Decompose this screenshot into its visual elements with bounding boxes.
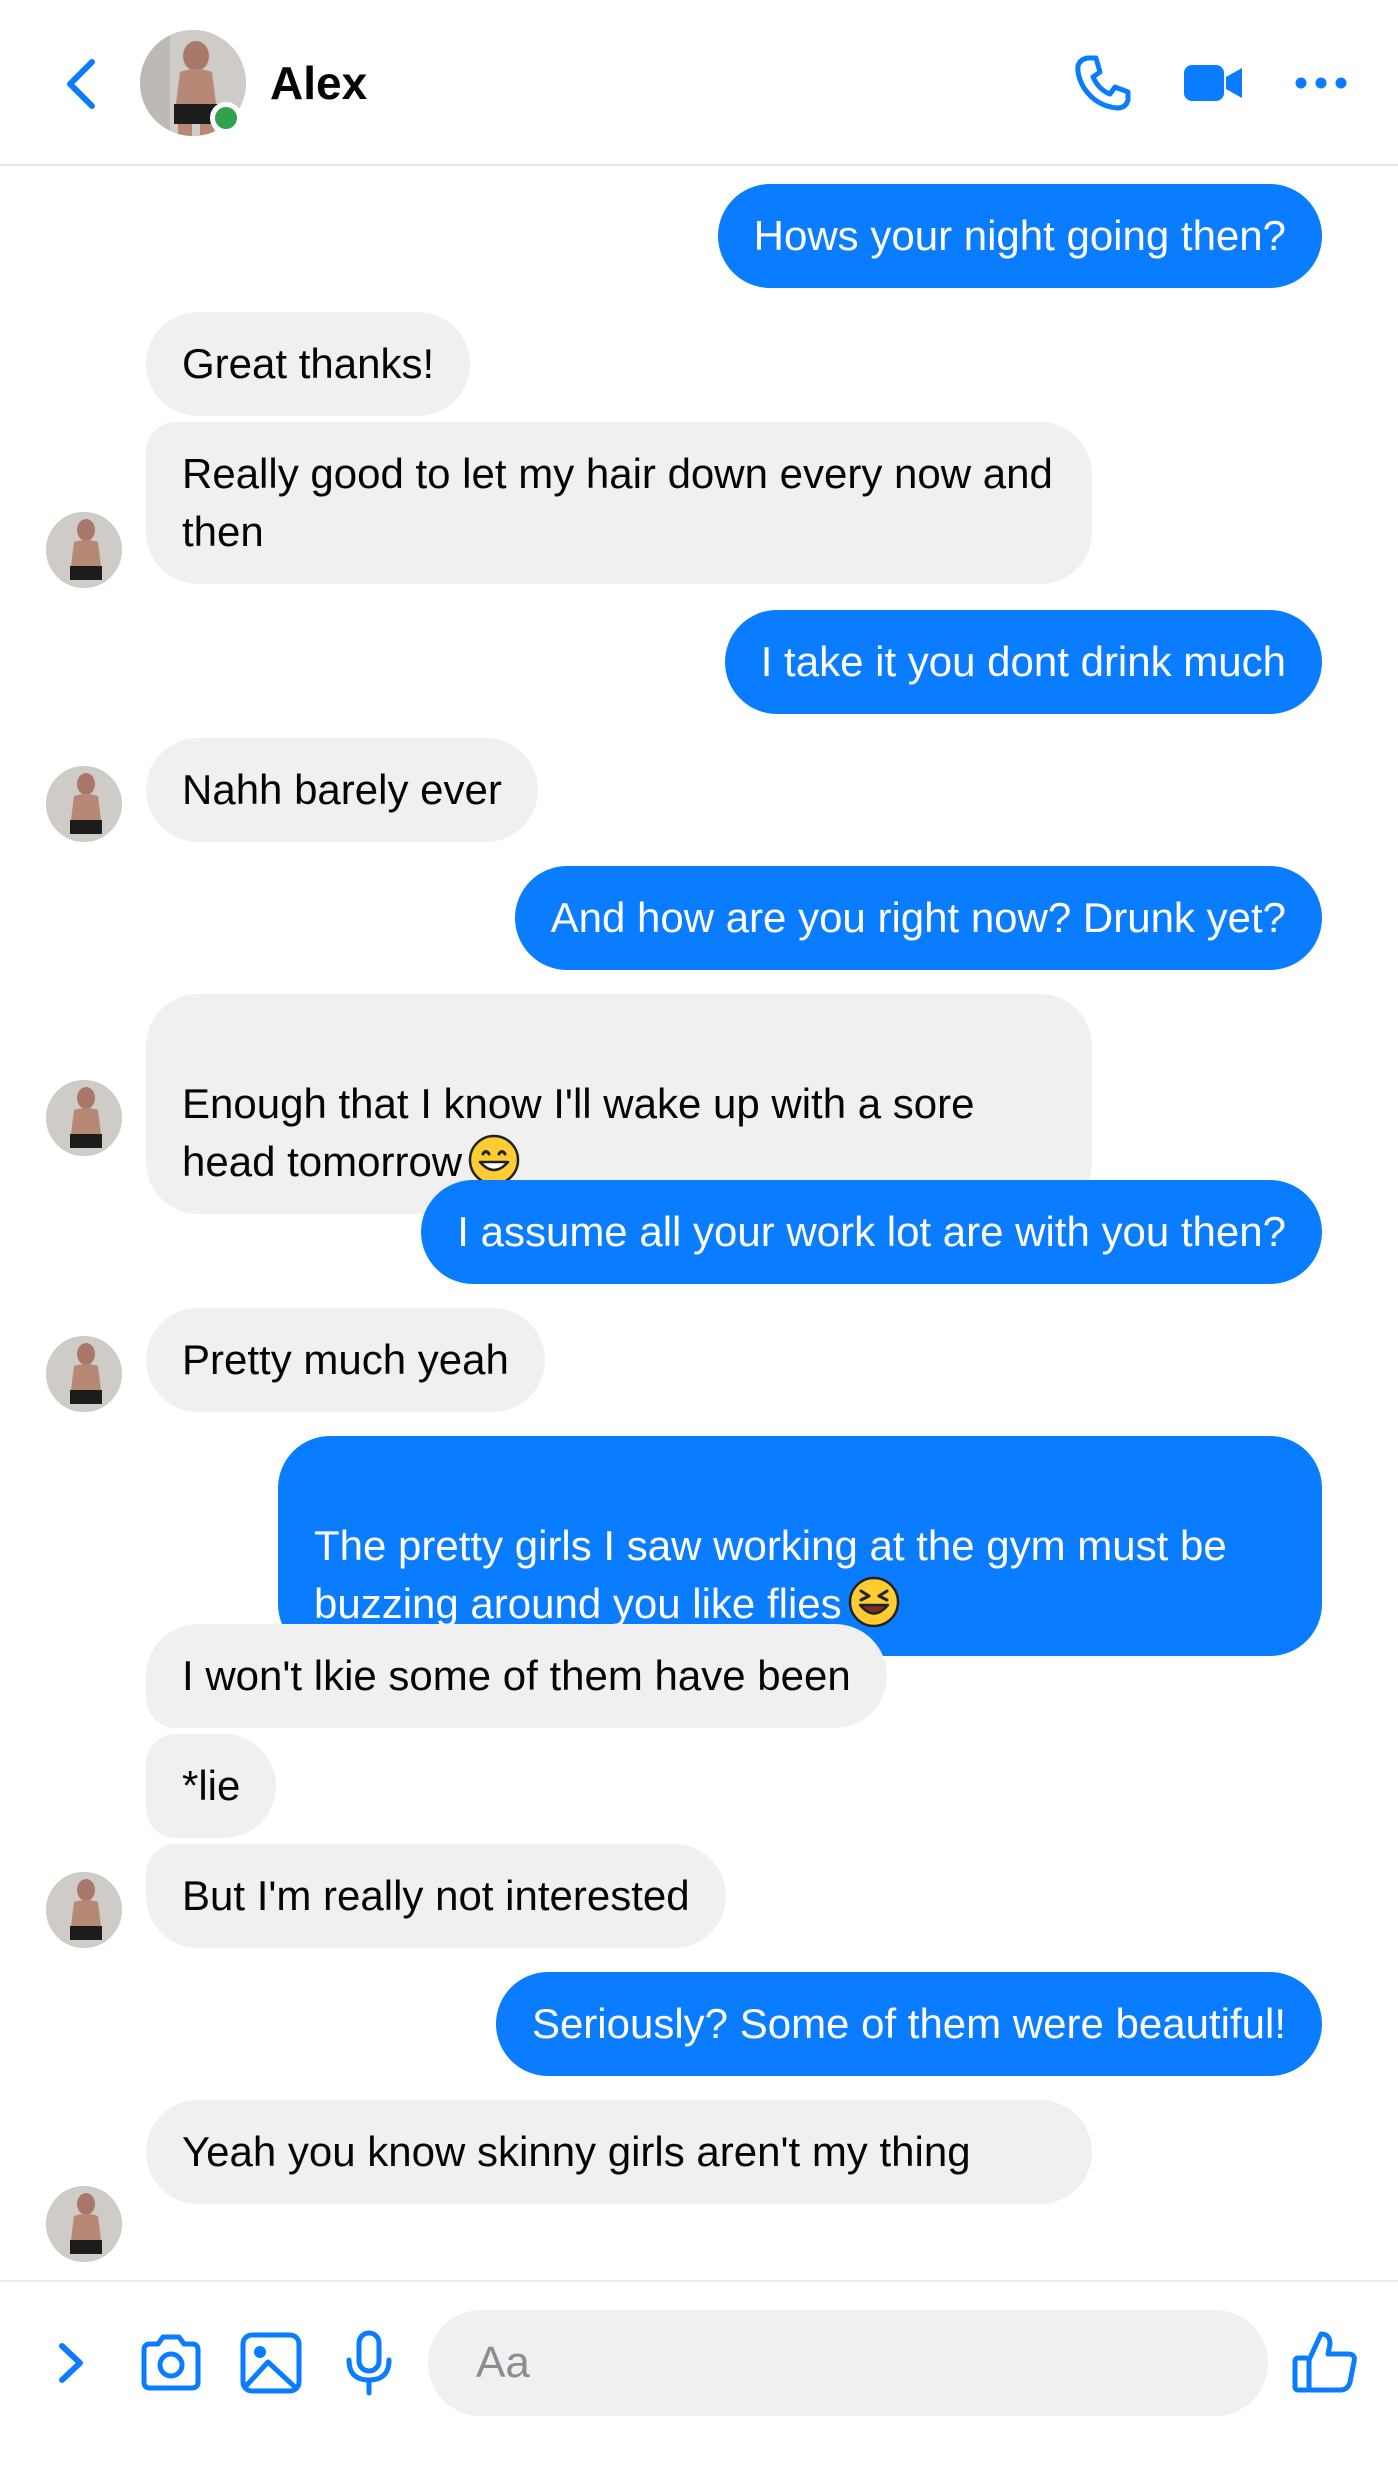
sender-avatar[interactable] [46, 2186, 122, 2262]
outgoing-message[interactable]: I take it you dont drink much [724, 610, 1322, 714]
outgoing-message[interactable]: I assume all your work lot are with you … [421, 1180, 1322, 1284]
sender-avatar[interactable] [46, 766, 122, 842]
incoming-message[interactable]: Great thanks! [146, 312, 471, 416]
incoming-message[interactable]: Yeah you know skinny girls aren't my thi… [146, 2100, 1092, 2204]
incoming-message[interactable]: Pretty much yeah [146, 1308, 545, 1412]
incoming-message[interactable]: I won't lkie some of them have been [146, 1624, 887, 1728]
outgoing-message[interactable]: Seriously? Some of them were beautiful! [495, 1972, 1322, 2076]
phone-icon[interactable] [1070, 50, 1136, 116]
microphone-icon[interactable] [334, 2328, 404, 2398]
online-status-dot [210, 102, 242, 134]
laughing-squinting-face-emoji-icon [848, 1576, 899, 1628]
back-chevron-icon[interactable] [56, 54, 106, 114]
message-text: Enough that I know I'll wake up with a s… [182, 1080, 975, 1185]
camera-icon[interactable] [136, 2328, 206, 2398]
message-composer [0, 2280, 1398, 2486]
sender-avatar[interactable] [46, 1336, 122, 1412]
sender-avatar[interactable] [46, 512, 122, 588]
message-input[interactable] [428, 2310, 1268, 2416]
grinning-face-emoji-icon [468, 1134, 520, 1186]
contact-name[interactable]: Alex [270, 52, 367, 114]
sender-avatar[interactable] [46, 1080, 122, 1156]
incoming-message[interactable]: Really good to let my hair down every no… [146, 422, 1092, 584]
conversation-header: Alex [0, 0, 1398, 166]
incoming-message[interactable]: *lie [146, 1734, 277, 1838]
gallery-icon[interactable] [236, 2328, 306, 2398]
thumbs-up-icon[interactable] [1290, 2326, 1360, 2396]
video-camera-icon[interactable] [1180, 50, 1246, 116]
sender-avatar[interactable] [46, 1872, 122, 1948]
message-text: The pretty girls I saw working at the gy… [314, 1522, 1227, 1627]
outgoing-message[interactable]: And how are you right now? Drunk yet? [514, 866, 1322, 970]
more-options-icon[interactable] [1288, 50, 1354, 116]
incoming-message[interactable]: Nahh barely ever [146, 738, 538, 842]
outgoing-message[interactable]: Hows your night going then? [717, 184, 1322, 288]
incoming-message[interactable]: But I'm really not interested [146, 1844, 726, 1948]
expand-chevron-icon[interactable] [38, 2328, 108, 2398]
message-thread[interactable]: Hows your night going then? Great thanks… [0, 168, 1398, 2280]
outgoing-message[interactable]: The pretty girls I saw working at the gy… [278, 1436, 1322, 1656]
